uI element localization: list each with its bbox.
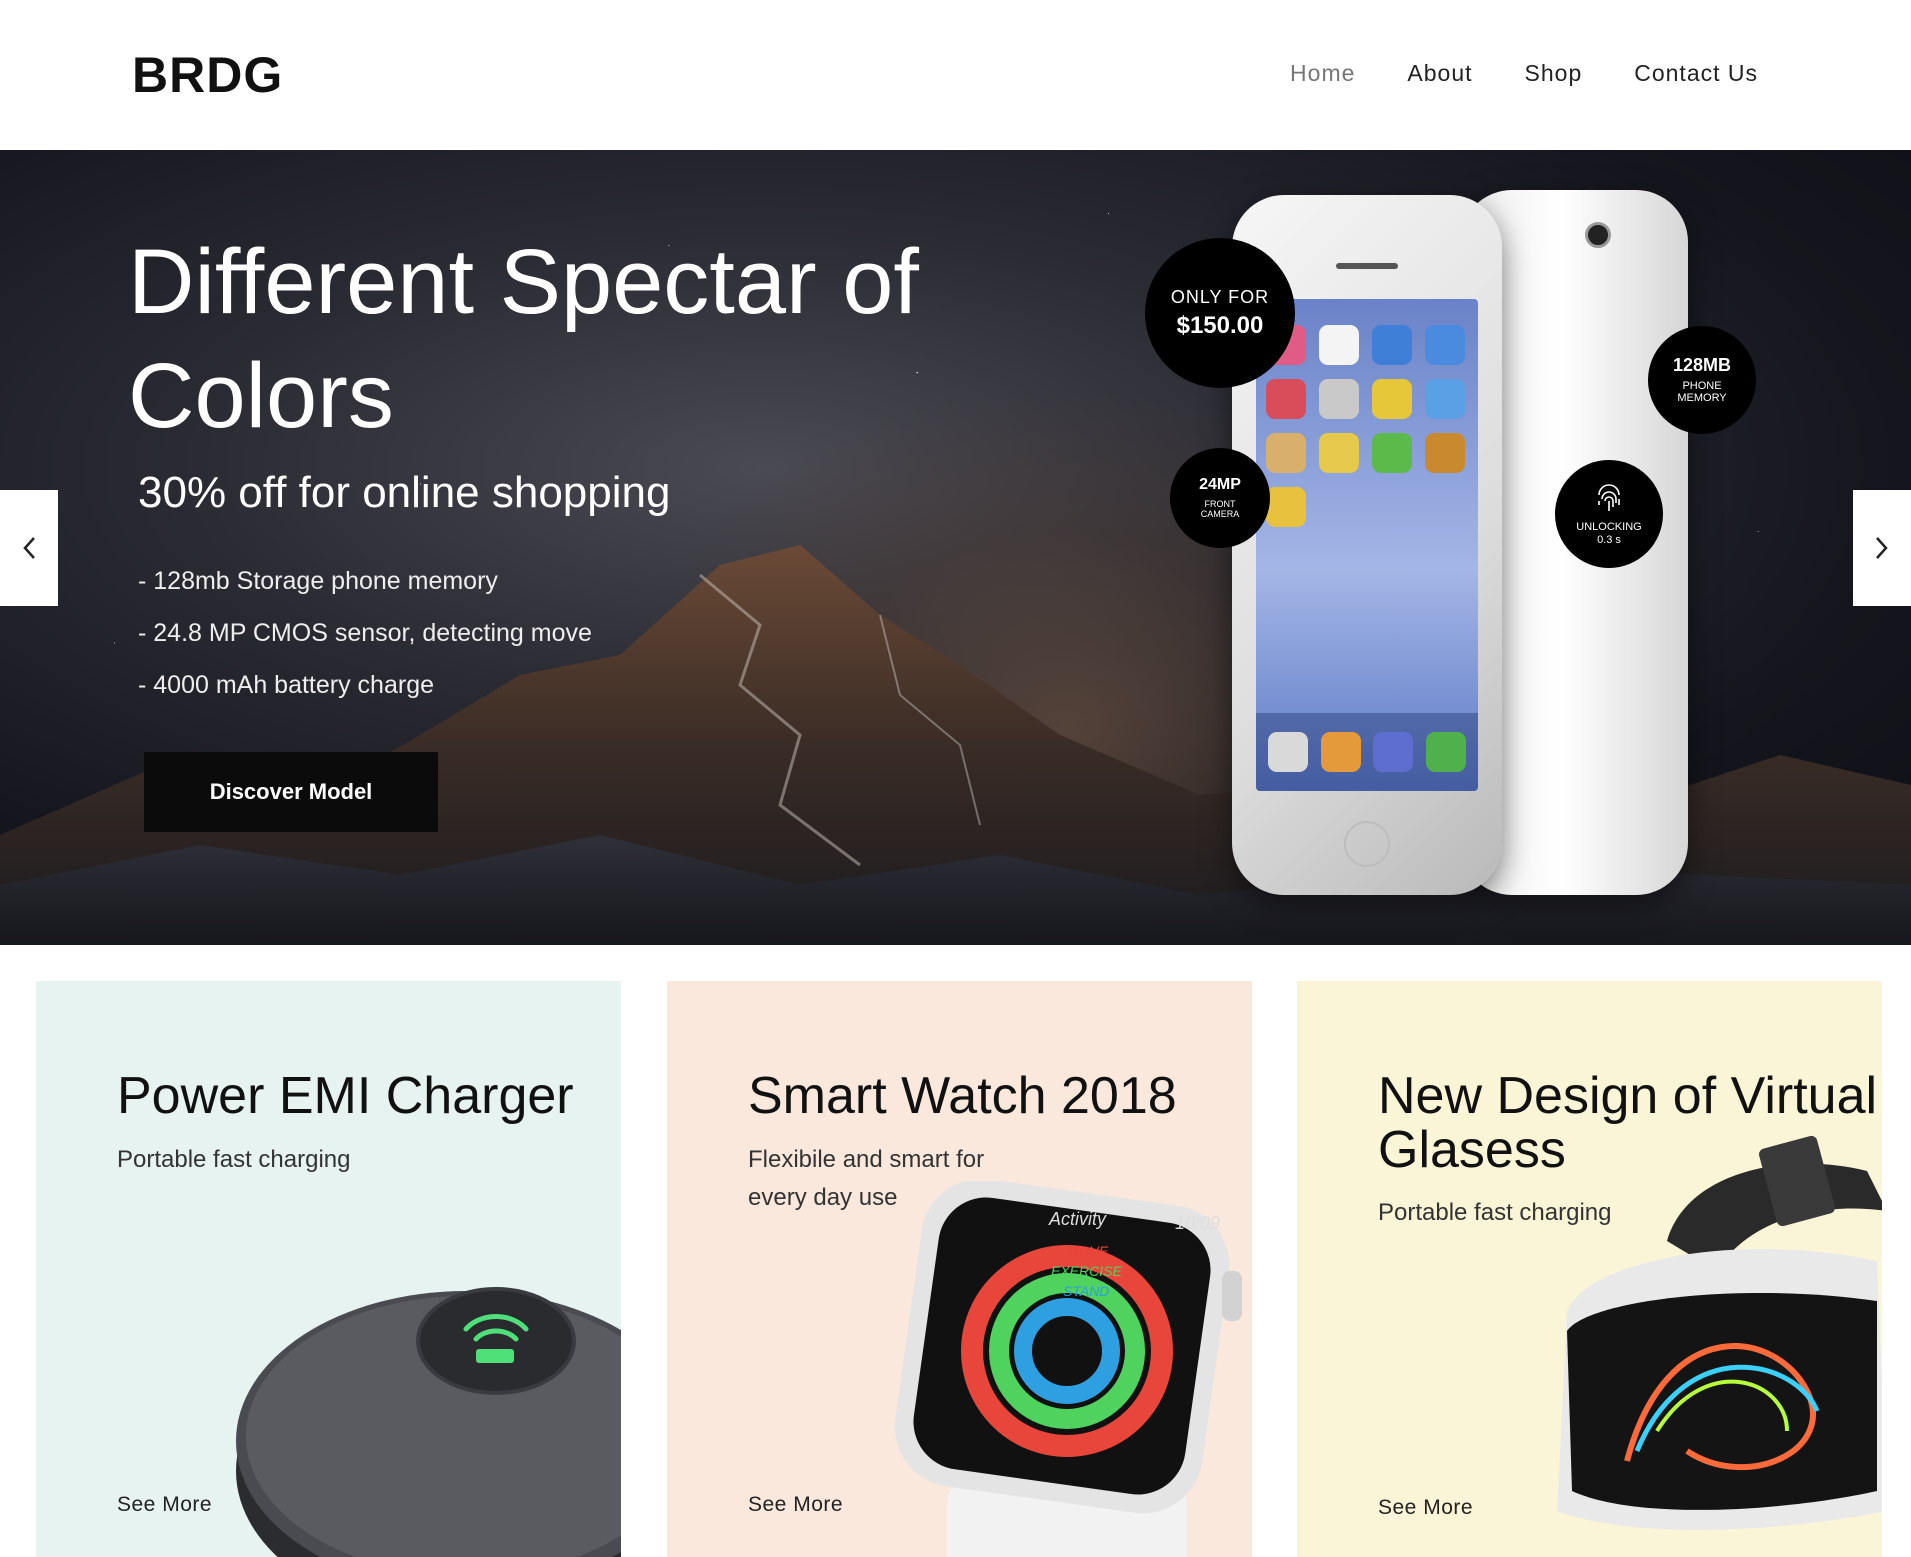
chevron-right-icon <box>1876 537 1888 559</box>
utilities-app-icon <box>1425 732 1466 772</box>
price-badge-value: $150.00 <box>1176 311 1264 339</box>
hero-feature-list: - 128mb Storage phone memory - 24.8 MP C… <box>138 555 592 711</box>
nav-about[interactable]: About <box>1407 60 1472 87</box>
phone-speaker <box>1336 263 1398 269</box>
memory-badge-value: 128MB <box>1672 355 1732 376</box>
memory-badge-label: MEMORY <box>1677 392 1727 405</box>
price-badge-label: ONLY FOR <box>1170 286 1270 307</box>
memory-badge: 128MB PHONE MEMORY <box>1648 326 1756 434</box>
card-see-more-link[interactable]: See More <box>117 1493 212 1517</box>
card-title: Smart Watch 2018 <box>748 1067 1177 1125</box>
feature-item: - 128mb Storage phone memory <box>138 567 498 595</box>
phone-app-icon <box>1268 732 1309 772</box>
fingerprint-icon <box>1598 484 1620 512</box>
mail-app-icon <box>1320 732 1361 772</box>
phone-dock <box>1256 713 1478 791</box>
feature-item: - 24.8 MP CMOS sensor, detecting move <box>138 619 592 647</box>
camera-badge-label: CAMERA <box>1200 509 1240 520</box>
photos-app-icon <box>1372 325 1412 365</box>
browser-app-icon <box>1373 732 1414 772</box>
slider-prev-button[interactable] <box>0 490 58 606</box>
watch-app-title: Activity <box>1049 1209 1107 1229</box>
card-description: Portable fast charging <box>117 1146 351 1173</box>
hero-title: Different Spectar of Colors <box>128 231 919 447</box>
home-button <box>1344 821 1390 867</box>
camera-app-icon <box>1425 325 1465 365</box>
hero-slider: Different Spectar of Colors 30% off for … <box>0 150 1911 945</box>
slider-next-button[interactable] <box>1853 490 1911 606</box>
smart-watch-image <box>894 1181 1242 1557</box>
memory-badge-label: PHONE <box>1682 379 1722 392</box>
price-badge: ONLY FOR $150.00 <box>1145 238 1295 388</box>
unlock-badge-value: 0.3 s <box>1597 534 1621 546</box>
nav-contact[interactable]: Contact Us <box>1634 60 1758 87</box>
site-logo[interactable]: BRDG <box>132 46 283 104</box>
settings-app-icon <box>1266 487 1306 527</box>
chevron-left-icon <box>23 537 35 559</box>
music-app-icon <box>1372 433 1412 473</box>
unlock-badge: UNLOCKING 0.3 s <box>1555 460 1663 568</box>
watch-time: 10:09 <box>1175 1213 1221 1233</box>
card-see-more-link[interactable]: See More <box>1378 1496 1473 1520</box>
app-icon-grid <box>1266 325 1465 527</box>
notes-app-icon <box>1266 433 1306 473</box>
weather-app-icon <box>1425 379 1465 419</box>
card-title: Power EMI Charger <box>117 1067 574 1125</box>
info-app-icon <box>1425 433 1465 473</box>
hero-subtitle: 30% off for online shopping <box>138 468 671 517</box>
rear-camera <box>1585 222 1611 248</box>
unlock-badge-label: UNLOCKING <box>1576 521 1642 534</box>
phone-screen <box>1256 299 1478 791</box>
finances-app-icon <box>1266 379 1306 419</box>
video-app-icon <box>1319 379 1359 419</box>
nav-home[interactable]: Home <box>1290 60 1355 87</box>
feature-item: - 4000 mAh battery charge <box>138 671 434 699</box>
product-card-charger[interactable]: Power EMI Charger Portable fast charging… <box>36 981 621 1557</box>
main-nav: Home About Shop Contact Us <box>1290 60 1758 87</box>
vr-headset-image <box>1557 1135 1882 1530</box>
camera-badge: 24MP FRONT CAMERA <box>1170 448 1270 548</box>
calendar-app-icon <box>1319 325 1359 365</box>
product-card-watch[interactable]: Smart Watch 2018 Flexibile and smart for… <box>667 981 1252 1557</box>
watch-ring-label: STAND <box>1063 1283 1110 1299</box>
apps-app-icon <box>1319 433 1359 473</box>
discover-model-button[interactable]: Discover Model <box>144 752 438 832</box>
site-header: BRDG Home About Shop Contact Us <box>0 0 1911 150</box>
maps-app-icon <box>1372 379 1412 419</box>
watch-ring-label: MOVE <box>1067 1243 1109 1259</box>
camera-badge-value: 24MP <box>1199 476 1241 494</box>
product-card-vr[interactable]: New Design of Virtual Glasess Portable f… <box>1297 981 1882 1557</box>
nav-shop[interactable]: Shop <box>1525 60 1583 87</box>
wireless-charger-image <box>236 1287 621 1557</box>
camera-badge-label: FRONT <box>1204 498 1236 509</box>
card-see-more-link[interactable]: See More <box>748 1493 843 1517</box>
watch-ring-label: EXERCISE <box>1051 1263 1122 1279</box>
